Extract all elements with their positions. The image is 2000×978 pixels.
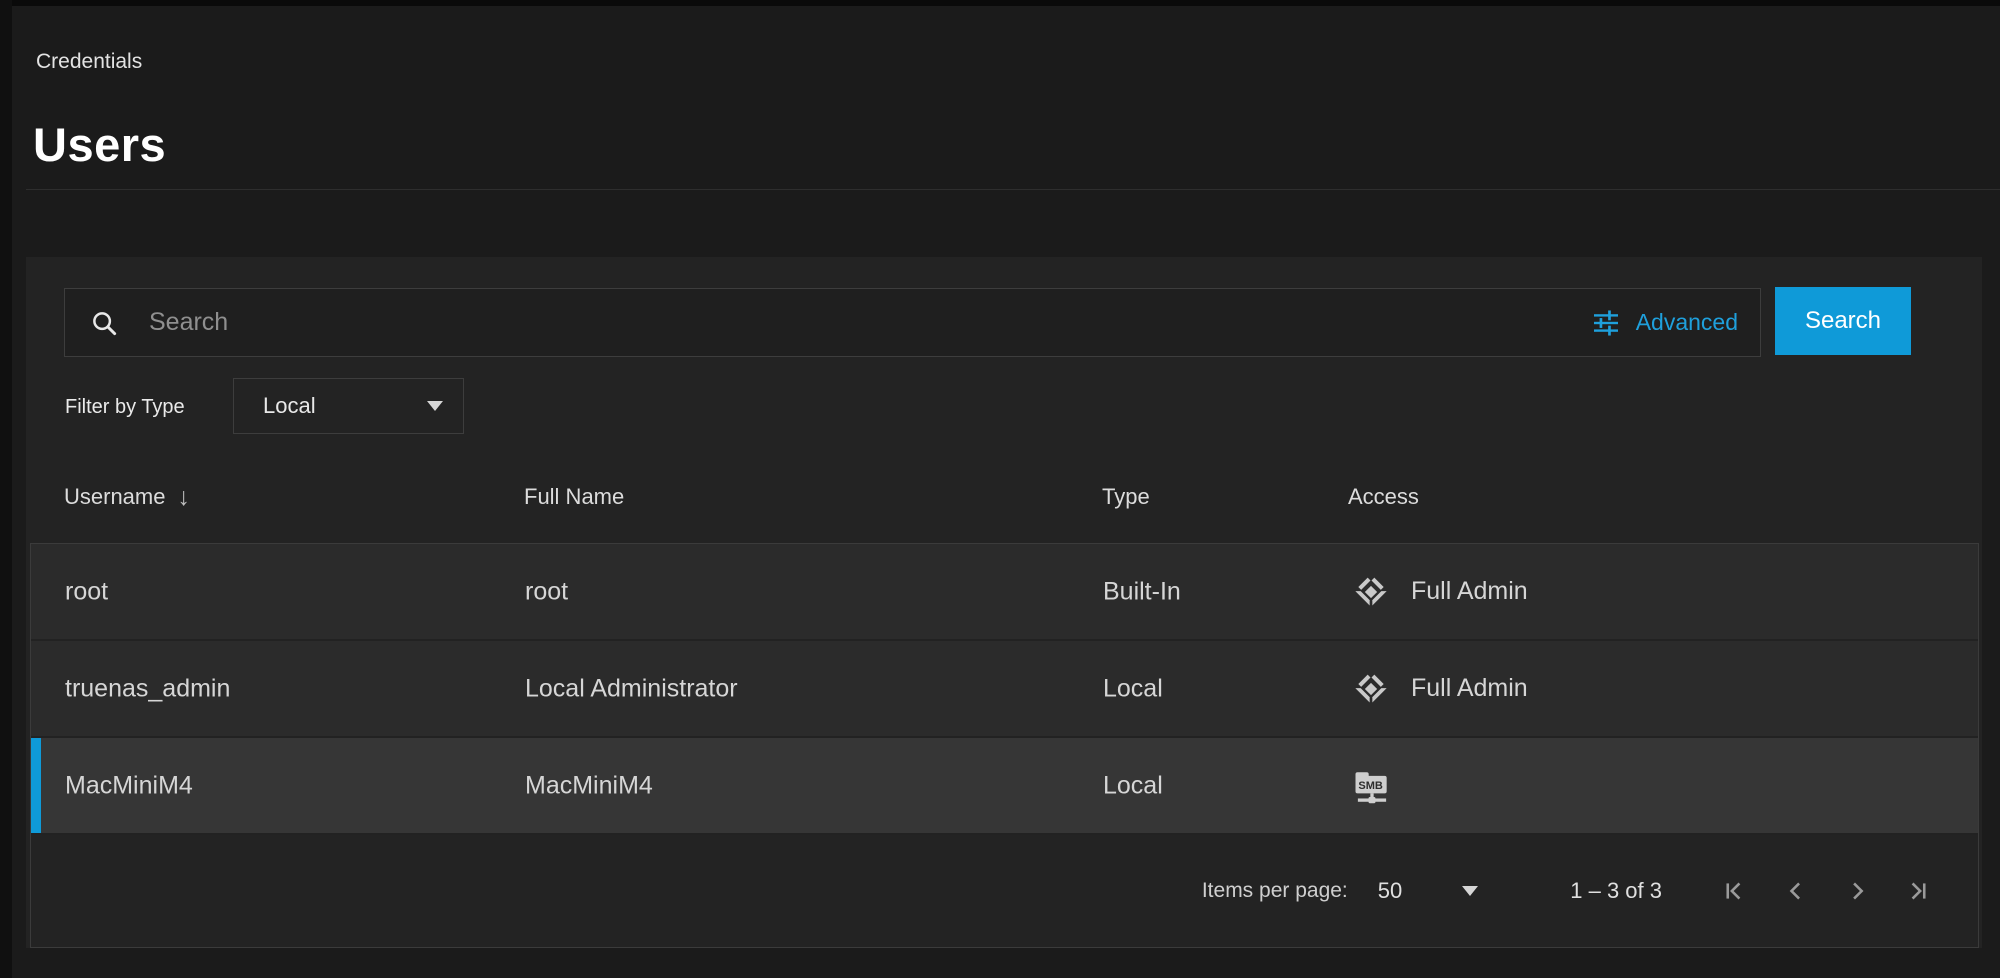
- full-name-cell: root: [525, 577, 568, 606]
- search-box[interactable]: Advanced: [64, 288, 1761, 357]
- access-cell: Full Admin: [1349, 669, 1528, 709]
- previous-page-icon: [1781, 877, 1809, 905]
- access-cell: Full Admin: [1349, 572, 1528, 612]
- table-pagination: Items per page: 50 1 – 3 of 3: [31, 835, 1978, 947]
- items-per-page-value[interactable]: 50: [1378, 878, 1402, 904]
- access-label: Full Admin: [1411, 674, 1528, 703]
- search-button[interactable]: Search: [1775, 287, 1911, 355]
- column-header-type-label: Type: [1102, 484, 1150, 510]
- smb-share-icon: SMB: [1349, 764, 1395, 808]
- sort-descending-icon: ↓: [177, 485, 190, 510]
- column-header-type[interactable]: Type: [1102, 484, 1150, 510]
- items-per-page-caret-icon[interactable]: [1462, 886, 1478, 896]
- full-admin-icon: [1349, 669, 1393, 709]
- pagination-range: 1 – 3 of 3: [1570, 878, 1662, 904]
- username-cell: MacMiniM4: [65, 771, 193, 800]
- filter-type-select[interactable]: Local: [233, 378, 464, 434]
- search-input[interactable]: [147, 307, 1590, 338]
- full-admin-icon: [1349, 572, 1393, 612]
- first-page-button[interactable]: [1718, 876, 1748, 906]
- column-header-full-name-label: Full Name: [524, 484, 624, 510]
- type-cell: Built-In: [1103, 577, 1181, 606]
- filter-type-value: Local: [263, 393, 316, 419]
- column-header-username[interactable]: Username ↓: [64, 484, 190, 510]
- access-cell: SMB: [1349, 764, 1413, 808]
- column-header-access[interactable]: Access: [1348, 484, 1419, 510]
- svg-text:SMB: SMB: [1358, 779, 1383, 791]
- last-page-icon: [1905, 877, 1933, 905]
- selected-row-indicator: [31, 738, 41, 833]
- column-header-full-name[interactable]: Full Name: [524, 484, 624, 510]
- type-cell: Local: [1103, 771, 1163, 800]
- table-row-truenas-admin[interactable]: truenas_admin Local Administrator Local: [31, 641, 1978, 738]
- advanced-search-button[interactable]: Advanced: [1590, 307, 1738, 339]
- first-page-icon: [1719, 877, 1747, 905]
- full-name-cell: MacMiniM4: [525, 771, 653, 800]
- username-cell: root: [65, 577, 108, 606]
- users-table: root root Built-In Full Admin: [30, 543, 1979, 948]
- items-per-page-label: Items per page:: [1202, 879, 1348, 903]
- chevron-down-icon: [427, 401, 443, 411]
- next-page-button[interactable]: [1842, 876, 1872, 906]
- window-left-edge: [0, 0, 12, 978]
- title-divider: [26, 189, 2000, 190]
- column-header-username-label: Username: [64, 484, 165, 510]
- search-icon: [89, 308, 119, 338]
- breadcrumb[interactable]: Credentials: [36, 50, 142, 74]
- tune-sliders-icon: [1590, 307, 1622, 339]
- page-title: Users: [33, 117, 166, 172]
- filter-by-type-label: Filter by Type: [65, 396, 185, 419]
- last-page-button[interactable]: [1904, 876, 1934, 906]
- table-row-root[interactable]: root root Built-In Full Admin: [31, 544, 1978, 641]
- table-row-macminim4[interactable]: MacMiniM4 MacMiniM4 Local SMB: [31, 738, 1978, 835]
- username-cell: truenas_admin: [65, 674, 230, 703]
- window-top-edge: [0, 0, 2000, 6]
- access-label: Full Admin: [1411, 577, 1528, 606]
- next-page-icon: [1843, 877, 1871, 905]
- full-name-cell: Local Administrator: [525, 674, 738, 703]
- type-cell: Local: [1103, 674, 1163, 703]
- previous-page-button[interactable]: [1780, 876, 1810, 906]
- advanced-search-label: Advanced: [1636, 309, 1738, 336]
- users-panel: Advanced Search Filter by Type Local Use…: [26, 257, 1982, 948]
- column-header-access-label: Access: [1348, 484, 1419, 510]
